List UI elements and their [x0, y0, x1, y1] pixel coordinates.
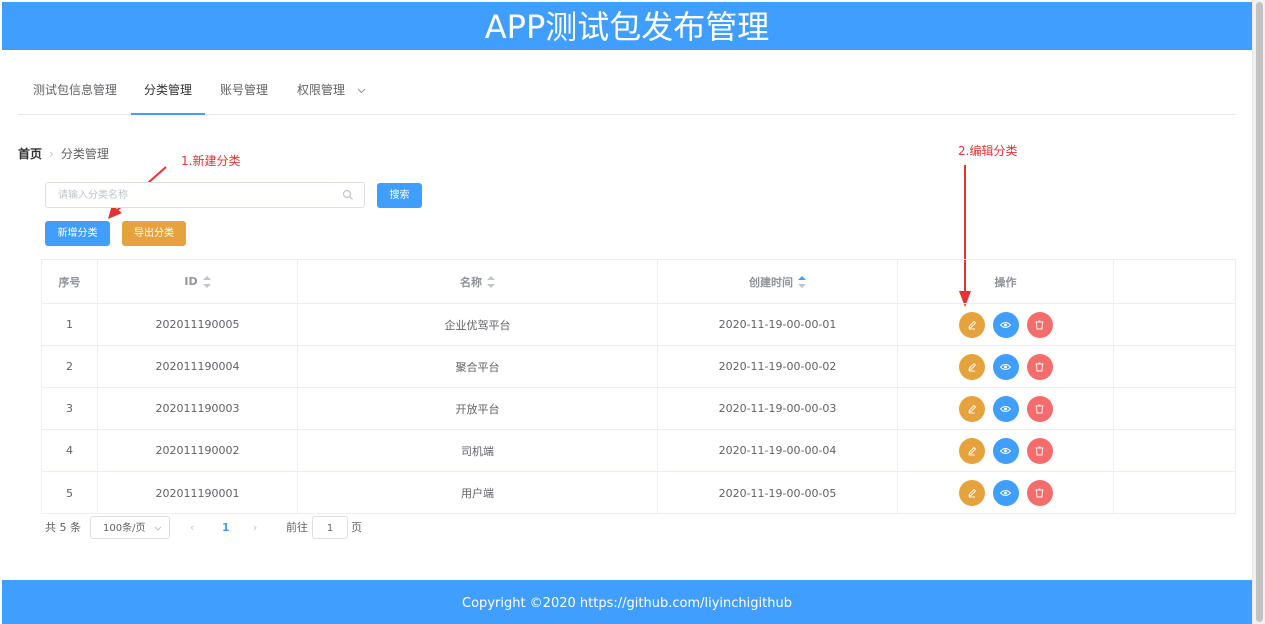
table-row: 3 202011190003 开放平台 2020-11-19-00-00-03: [42, 388, 1235, 430]
category-table: 序号 ID 名称 创建时间 操作 1 202011190005 企业优驾平台 2020…: [41, 259, 1236, 514]
cell-index: 4: [42, 430, 98, 471]
cell-name: 司机端: [298, 430, 658, 471]
table-header-row: 序号 ID 名称 创建时间 操作: [42, 260, 1235, 304]
cell-created: 2020-11-19-00-00-03: [658, 388, 898, 429]
breadcrumb-current: 分类管理: [60, 147, 109, 161]
view-icon[interactable]: [992, 353, 1019, 380]
sort-asc-icon[interactable]: [798, 275, 806, 288]
page-size-select[interactable]: 100条/页: [90, 516, 170, 539]
annotation-edit-category: 2.编辑分类: [958, 144, 1018, 158]
edit-icon[interactable]: [958, 480, 985, 506]
header-index: 序号: [42, 260, 98, 303]
tab-package-info[interactable]: 测试包信息管理: [33, 66, 117, 114]
edit-icon[interactable]: [958, 395, 985, 422]
table-row: 5 202011190001 用户端 2020-11-19-00-00-05: [42, 472, 1235, 514]
app-header: APP测试包发布管理: [2, 2, 1252, 50]
cell-id: 202011190002: [98, 430, 298, 471]
goto-page-input[interactable]: 1: [312, 516, 348, 539]
sort-icon[interactable]: [487, 275, 495, 288]
cell-id: 202011190005: [98, 304, 298, 345]
cell-name: 用户端: [298, 472, 658, 514]
cell-id: 202011190003: [98, 388, 298, 429]
cell-index: 5: [42, 472, 98, 514]
cell-id: 202011190001: [98, 472, 298, 514]
table-row: 2 202011190004 聚合平台 2020-11-19-00-00-02: [42, 346, 1235, 388]
search-box: [45, 182, 365, 208]
breadcrumb-home[interactable]: 首页: [18, 147, 42, 161]
cell-created: 2020-11-19-00-00-04: [658, 430, 898, 471]
tab-category[interactable]: 分类管理: [130, 66, 206, 115]
cell-index: 3: [42, 388, 98, 429]
app-title: APP测试包发布管理: [484, 8, 770, 46]
export-category-button[interactable]: 导出分类: [122, 221, 186, 246]
search-button[interactable]: 搜索: [377, 183, 422, 208]
breadcrumb-separator-icon: ›: [49, 147, 54, 161]
cell-ops: [898, 472, 1114, 514]
view-icon[interactable]: [992, 395, 1019, 422]
goto-label: 前往: [286, 521, 308, 534]
cell-ops: [898, 388, 1114, 429]
cell-id: 202011190004: [98, 346, 298, 387]
tab-account[interactable]: 账号管理: [220, 66, 268, 114]
delete-icon[interactable]: [1026, 480, 1053, 506]
cell-index: 1: [42, 304, 98, 345]
add-category-button[interactable]: 新增分类: [45, 221, 110, 246]
scrollbar-thumb[interactable]: [1256, 2, 1263, 622]
goto-suffix: 页: [351, 521, 362, 534]
cell-ops: [898, 304, 1114, 345]
view-icon[interactable]: [992, 437, 1019, 464]
breadcrumb: 首页 › 分类管理: [18, 145, 109, 162]
cell-ops: [898, 430, 1114, 471]
delete-icon[interactable]: [1026, 395, 1053, 422]
next-page-icon[interactable]: ›: [253, 516, 257, 539]
header-created[interactable]: 创建时间: [658, 260, 898, 303]
sort-icon[interactable]: [202, 275, 211, 288]
cell-created: 2020-11-19-00-00-01: [658, 304, 898, 345]
page-number-current[interactable]: 1: [222, 516, 230, 539]
delete-icon[interactable]: [1026, 311, 1053, 338]
table-row: 4 202011190002 司机端 2020-11-19-00-00-04: [42, 430, 1235, 472]
edit-icon[interactable]: [958, 353, 985, 380]
edit-icon[interactable]: [958, 437, 985, 464]
chevron-down-icon: [154, 526, 162, 531]
tab-permission[interactable]: 权限管理: [297, 66, 366, 114]
search-icon[interactable]: [342, 189, 354, 201]
view-icon[interactable]: [992, 480, 1019, 506]
view-icon[interactable]: [992, 311, 1019, 338]
delete-icon[interactable]: [1026, 437, 1053, 464]
cell-name: 开放平台: [298, 388, 658, 429]
header-ops: 操作: [898, 260, 1114, 303]
table-row: 1 202011190005 企业优驾平台 2020-11-19-00-00-01: [42, 304, 1235, 346]
pagination-total: 共 5 条: [45, 521, 81, 534]
header-id[interactable]: ID: [98, 260, 298, 303]
app-footer: Copyright ©2020 https://github.com/liyin…: [2, 580, 1252, 624]
delete-icon[interactable]: [1026, 353, 1053, 380]
header-name[interactable]: 名称: [298, 260, 658, 303]
annotation-new-category: 1.新建分类: [181, 154, 241, 168]
cell-created: 2020-11-19-00-00-05: [658, 472, 898, 514]
edit-icon[interactable]: [958, 311, 985, 338]
search-input[interactable]: [58, 183, 338, 208]
cell-created: 2020-11-19-00-00-02: [658, 346, 898, 387]
cell-ops: [898, 346, 1114, 387]
cell-index: 2: [42, 346, 98, 387]
cell-name: 聚合平台: [298, 346, 658, 387]
page-scrollbar[interactable]: [1252, 0, 1265, 624]
nav-tabs: 测试包信息管理 分类管理 账号管理 权限管理: [18, 66, 1236, 115]
footer-copyright: Copyright ©2020: [462, 596, 576, 611]
footer-link[interactable]: https://github.com/liyinchigithub: [580, 596, 792, 611]
prev-page-icon[interactable]: ‹: [190, 516, 194, 539]
cell-name: 企业优驾平台: [298, 304, 658, 345]
chevron-down-icon: [357, 88, 366, 93]
